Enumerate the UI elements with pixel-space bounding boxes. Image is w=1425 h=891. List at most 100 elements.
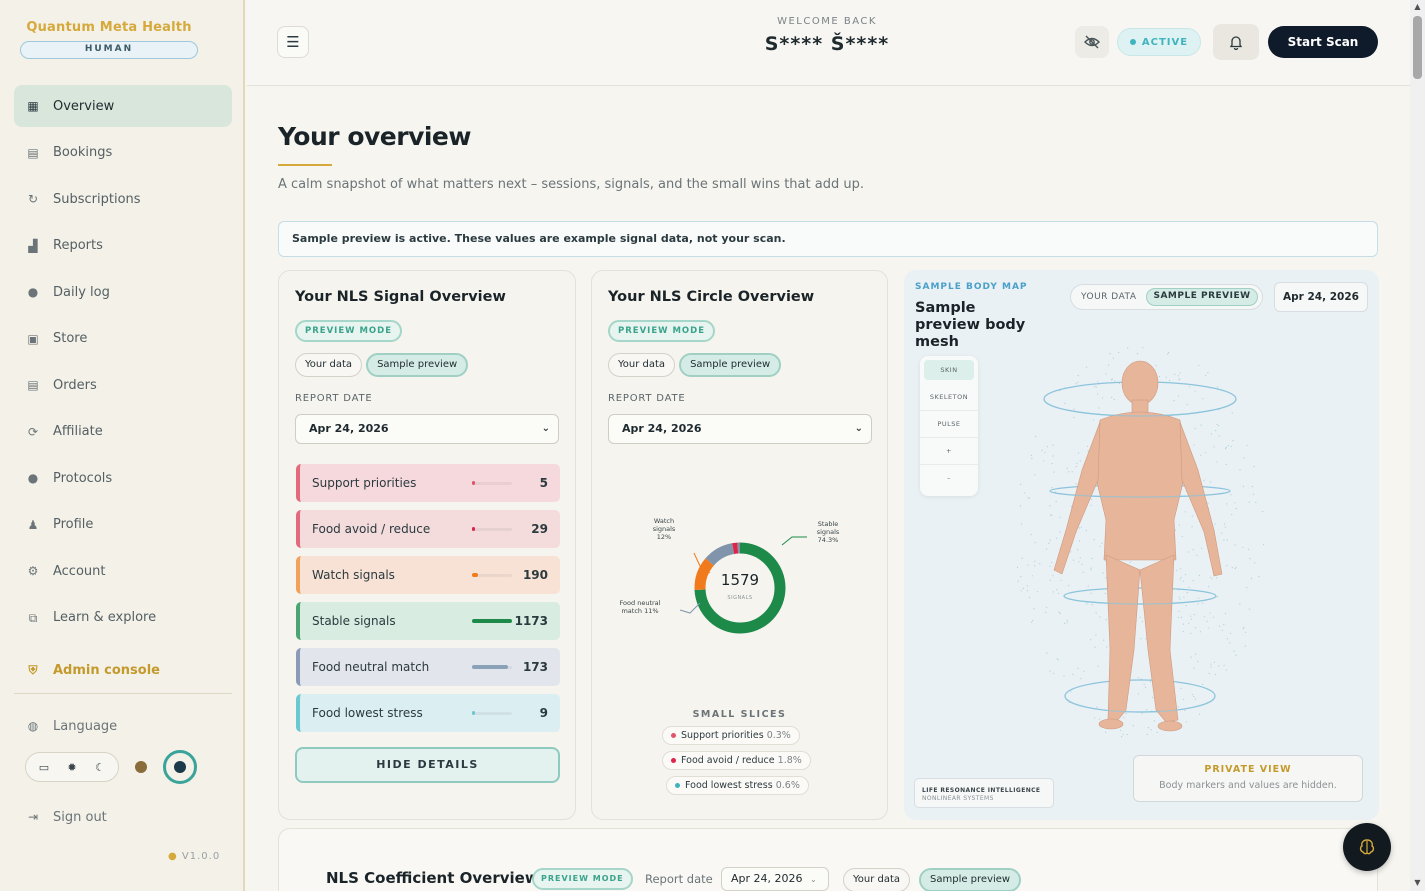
sidebar-item-label: Affiliate <box>53 424 103 439</box>
sidebar-nav: ▦ Overview ▤ Bookings ↻ Subscriptions ▟ Reports… <box>14 85 232 643</box>
hide-details-button[interactable]: HIDE DETAILS <box>295 747 560 783</box>
brand-name[interactable]: Quantum Meta Health <box>20 20 198 35</box>
particle-dot <box>1054 491 1056 493</box>
particle-dot <box>1080 526 1082 528</box>
particle-dot <box>1191 515 1193 517</box>
particle-dot <box>1179 578 1181 580</box>
scroll-thumb[interactable] <box>1413 16 1422 79</box>
particle-dot <box>1085 530 1087 532</box>
particle-dot <box>1199 631 1202 633</box>
lri-badge: LIFE RESONANCE INTELLIGENCE NONLINEAR SY… <box>914 778 1054 808</box>
circle-overview-card: Your NLS Circle Overview PREVIEW MODE Yo… <box>591 270 888 820</box>
sidebar-item-protocols[interactable]: ● Protocols <box>14 457 232 499</box>
layer-skin[interactable]: SKIN <box>924 360 974 380</box>
layer-skeleton[interactable]: SKELETON <box>920 384 978 411</box>
signal-row[interactable]: Food neutral match 173 <box>296 648 560 686</box>
small-slice-item: Food avoid / reduce 1.8% <box>662 751 811 770</box>
sidebar-item-reports[interactable]: ▟ Reports <box>14 225 232 267</box>
particle-dot <box>1181 535 1183 537</box>
scroll-down-icon[interactable]: ▼ <box>1412 878 1423 888</box>
your-data-toggle[interactable]: YOUR DATA <box>1075 288 1142 306</box>
sidebar-item-learn-explore[interactable]: ⧉ Learn & explore <box>14 597 232 639</box>
particle-dot <box>1073 416 1075 418</box>
body-map-title: Sample preview body mesh <box>915 300 1026 350</box>
monitor-icon[interactable]: ▭ <box>30 753 58 781</box>
particle-dot <box>1197 660 1199 663</box>
layer-pulse[interactable]: PULSE <box>920 411 978 438</box>
particle-dot <box>1126 733 1128 736</box>
particle-dot <box>1104 592 1106 594</box>
particle-dot <box>1206 620 1208 622</box>
theme-gold-swatch[interactable] <box>127 753 155 781</box>
particle-dot <box>1048 542 1050 544</box>
signal-row[interactable]: Food avoid / reduce 29 <box>296 510 560 548</box>
body-map-date[interactable]: Apr 24, 2026 <box>1274 282 1368 312</box>
zoom-out-button[interactable]: – <box>920 465 978 492</box>
sidebar-item-overview[interactable]: ▦ Overview <box>14 85 232 127</box>
theme-teal-swatch[interactable] <box>163 750 197 784</box>
particle-dot <box>1208 586 1210 588</box>
particle-dot <box>1031 457 1033 460</box>
sidebar-item-store[interactable]: ▣ Store <box>14 318 232 360</box>
particle-dot <box>1198 574 1200 576</box>
sign-out-button[interactable]: ⇥ Sign out <box>14 797 232 837</box>
sidebar-item-orders[interactable]: ▤ Orders <box>14 364 232 406</box>
sidebar-item-subscriptions[interactable]: ↻ Subscriptions <box>14 178 232 220</box>
sidebar-item-daily-log[interactable]: ● Daily log <box>14 271 232 313</box>
slice-percent: 0.3% <box>766 730 791 741</box>
particle-dot <box>1177 616 1179 618</box>
donut-slice-food-neutral-match[interactable] <box>705 543 735 566</box>
zoom-in-button[interactable]: + <box>920 438 978 465</box>
page-subtitle: A calm snapshot of what matters next – s… <box>278 177 864 192</box>
your-data-toggle[interactable]: Your data <box>295 353 363 377</box>
particle-dot <box>1239 469 1241 471</box>
particle-dot <box>1050 514 1052 516</box>
signal-overview-card: Your NLS Signal Overview PREVIEW MODE Yo… <box>278 270 576 820</box>
report-date-select[interactable]: Apr 24, 2026 ⌄ <box>721 867 829 891</box>
particle-dot <box>1210 663 1212 665</box>
your-data-toggle[interactable]: Your data <box>843 868 911 891</box>
sidebar-item-profile[interactable]: ♟ Profile <box>14 504 232 546</box>
signal-row[interactable]: Watch signals 190 <box>296 556 560 594</box>
eye-off-icon[interactable] <box>1075 26 1109 58</box>
particle-dot <box>1214 523 1216 525</box>
report-date-select[interactable]: Apr 24, 2026 ⌄ <box>608 414 872 444</box>
particle-dot <box>1095 634 1097 636</box>
donut-slice-food-avoid-reduce[interactable] <box>732 542 739 555</box>
sun-icon[interactable]: ✹ <box>58 753 86 781</box>
sample-preview-toggle[interactable]: SAMPLE PREVIEW <box>1146 288 1258 306</box>
report-date-select[interactable]: Apr 24, 2026 ⌄ <box>295 414 559 444</box>
sample-preview-toggle[interactable]: Sample preview <box>919 868 1022 891</box>
signal-row[interactable]: Stable signals 1173 <box>296 602 560 640</box>
particle-dot <box>1225 463 1227 465</box>
menu-icon[interactable]: ☰ <box>277 26 309 58</box>
sample-preview-toggle[interactable]: Sample preview <box>679 353 782 377</box>
particle-dot <box>1090 639 1092 641</box>
particle-dot <box>1052 591 1054 593</box>
particle-dot <box>1229 642 1231 644</box>
donut-slice-watch-signals[interactable] <box>694 558 715 591</box>
assistant-fab[interactable] <box>1343 823 1391 871</box>
moon-icon[interactable]: ☾ <box>86 753 114 781</box>
sidebar-item-account[interactable]: ⚙ Account <box>14 550 232 592</box>
sidebar-item-bookings[interactable]: ▤ Bookings <box>14 132 232 174</box>
your-data-toggle[interactable]: Your data <box>608 353 676 377</box>
sidebar-item-label: Protocols <box>53 470 113 486</box>
scroll-up-icon[interactable]: ▲ <box>1412 2 1423 12</box>
watch-label-2: signals <box>653 525 676 533</box>
refresh-icon: ↻ <box>27 192 39 206</box>
chevron-down-icon: ⌄ <box>810 875 817 884</box>
globe-icon: ◍ <box>27 719 39 733</box>
page-scrollbar[interactable]: ▲ ▼ <box>1410 0 1425 891</box>
signal-row[interactable]: Support priorities 5 <box>296 464 560 502</box>
particle-dot <box>1055 500 1057 503</box>
admin-console-link[interactable]: ⛨ Admin console <box>14 650 232 690</box>
language-selector[interactable]: ◍ Language <box>14 706 232 746</box>
particle-dot <box>1262 510 1264 513</box>
signal-row[interactable]: Food lowest stress 9 <box>296 694 560 732</box>
start-scan-button[interactable]: Start Scan <box>1268 26 1378 58</box>
sample-preview-toggle[interactable]: Sample preview <box>366 353 469 377</box>
bell-icon[interactable] <box>1213 24 1259 60</box>
sidebar-item-affiliate[interactable]: ⟳ Affiliate <box>14 411 232 453</box>
particle-dot <box>1070 551 1072 553</box>
